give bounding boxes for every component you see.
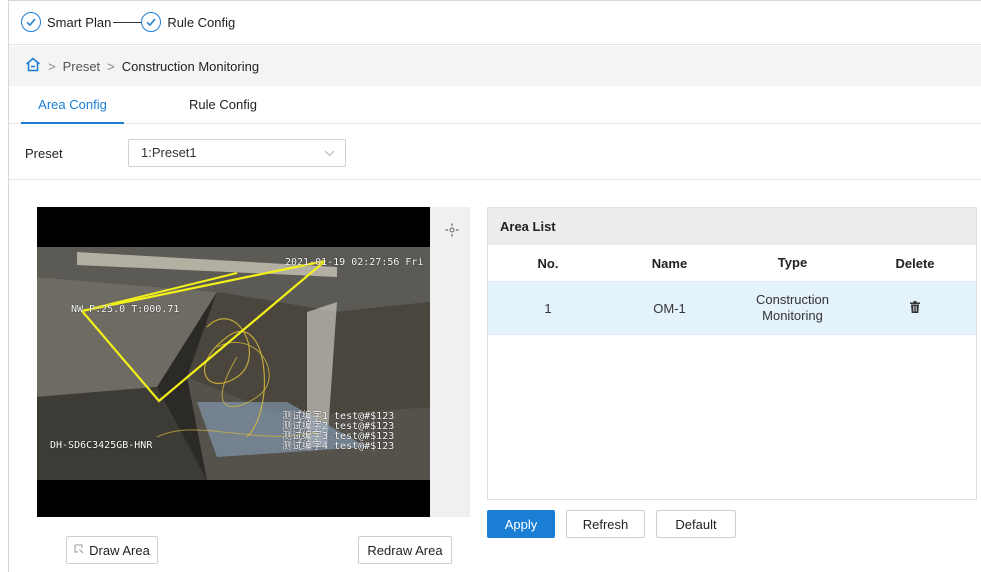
breadcrumb-separator: >: [107, 58, 115, 74]
row-type: Construction Monitoring: [756, 292, 829, 323]
check-icon: [21, 12, 41, 32]
table-row[interactable]: 1 OM-1 Construction Monitoring: [488, 281, 976, 335]
column-header-name: Name: [651, 255, 688, 271]
redraw-area-button[interactable]: Redraw Area: [358, 536, 452, 564]
preset-label: Preset: [25, 146, 63, 161]
area-list-header: No. Name Type Delete: [488, 245, 976, 281]
live-video[interactable]: 2021-01-19 02:27:56 Fri NW P:25.0 T:000.…: [37, 207, 430, 517]
preset-value: 1:Preset1: [141, 145, 197, 160]
tab-bar: Area Config Rule Config: [9, 86, 981, 124]
breadcrumb-preset[interactable]: Preset: [63, 59, 101, 74]
tab-area-config[interactable]: Area Config: [21, 86, 124, 124]
breadcrumb-current: Construction Monitoring: [121, 58, 260, 74]
column-header-type: Type: [777, 255, 808, 270]
video-panel: 2021-01-19 02:27:56 Fri NW P:25.0 T:000.…: [37, 207, 470, 517]
step-connector: [113, 21, 142, 23]
home-icon[interactable]: [25, 57, 41, 75]
video-scene: [37, 207, 430, 517]
refresh-button[interactable]: Refresh: [566, 510, 645, 538]
column-header-no: No.: [537, 255, 559, 271]
osd-timestamp: 2021-01-19 02:27:56 Fri: [285, 257, 424, 268]
row-no: 1: [544, 300, 552, 316]
chevron-down-icon: [324, 140, 335, 176]
step-rule-config[interactable]: Rule Config: [167, 15, 235, 30]
osd-overlay-lines: 测试编字1 test@#$123 测试编字2 test@#$123 测试编字3 …: [282, 412, 394, 452]
tab-rule-config[interactable]: Rule Config: [173, 86, 273, 124]
apply-button[interactable]: Apply: [487, 510, 555, 538]
draw-area-label: Draw Area: [89, 542, 150, 558]
row-name: OM-1: [653, 300, 686, 316]
check-icon: [141, 12, 162, 32]
draw-area-button[interactable]: Draw Area: [66, 536, 158, 564]
preset-select[interactable]: 1:Preset1: [128, 139, 346, 167]
draw-area-icon: [74, 544, 84, 557]
breadcrumb: > Preset > Construction Monitoring: [9, 46, 981, 86]
fullscreen-icon[interactable]: [445, 223, 459, 237]
area-list-title: Area List: [488, 208, 976, 245]
row-delete: [854, 300, 976, 316]
osd-ptz-info: NW P:25.0 T:000.71: [71, 304, 180, 315]
default-button[interactable]: Default: [656, 510, 736, 538]
column-header-delete: Delete: [895, 255, 935, 271]
step-smart-plan[interactable]: Smart Plan: [47, 15, 111, 30]
trash-icon[interactable]: [910, 300, 920, 316]
step-bar: Smart Plan Rule Config: [9, 0, 981, 45]
preset-row: Preset 1:Preset1: [9, 124, 981, 180]
osd-device-name: DH-SD6C3425GB-HNR: [50, 440, 153, 451]
breadcrumb-separator: >: [48, 58, 56, 74]
osd-line: 测试编字4 test@#$123: [282, 441, 395, 452]
area-list-panel: Area List No. Name Type Delete 1 OM-1 Co…: [487, 207, 977, 500]
